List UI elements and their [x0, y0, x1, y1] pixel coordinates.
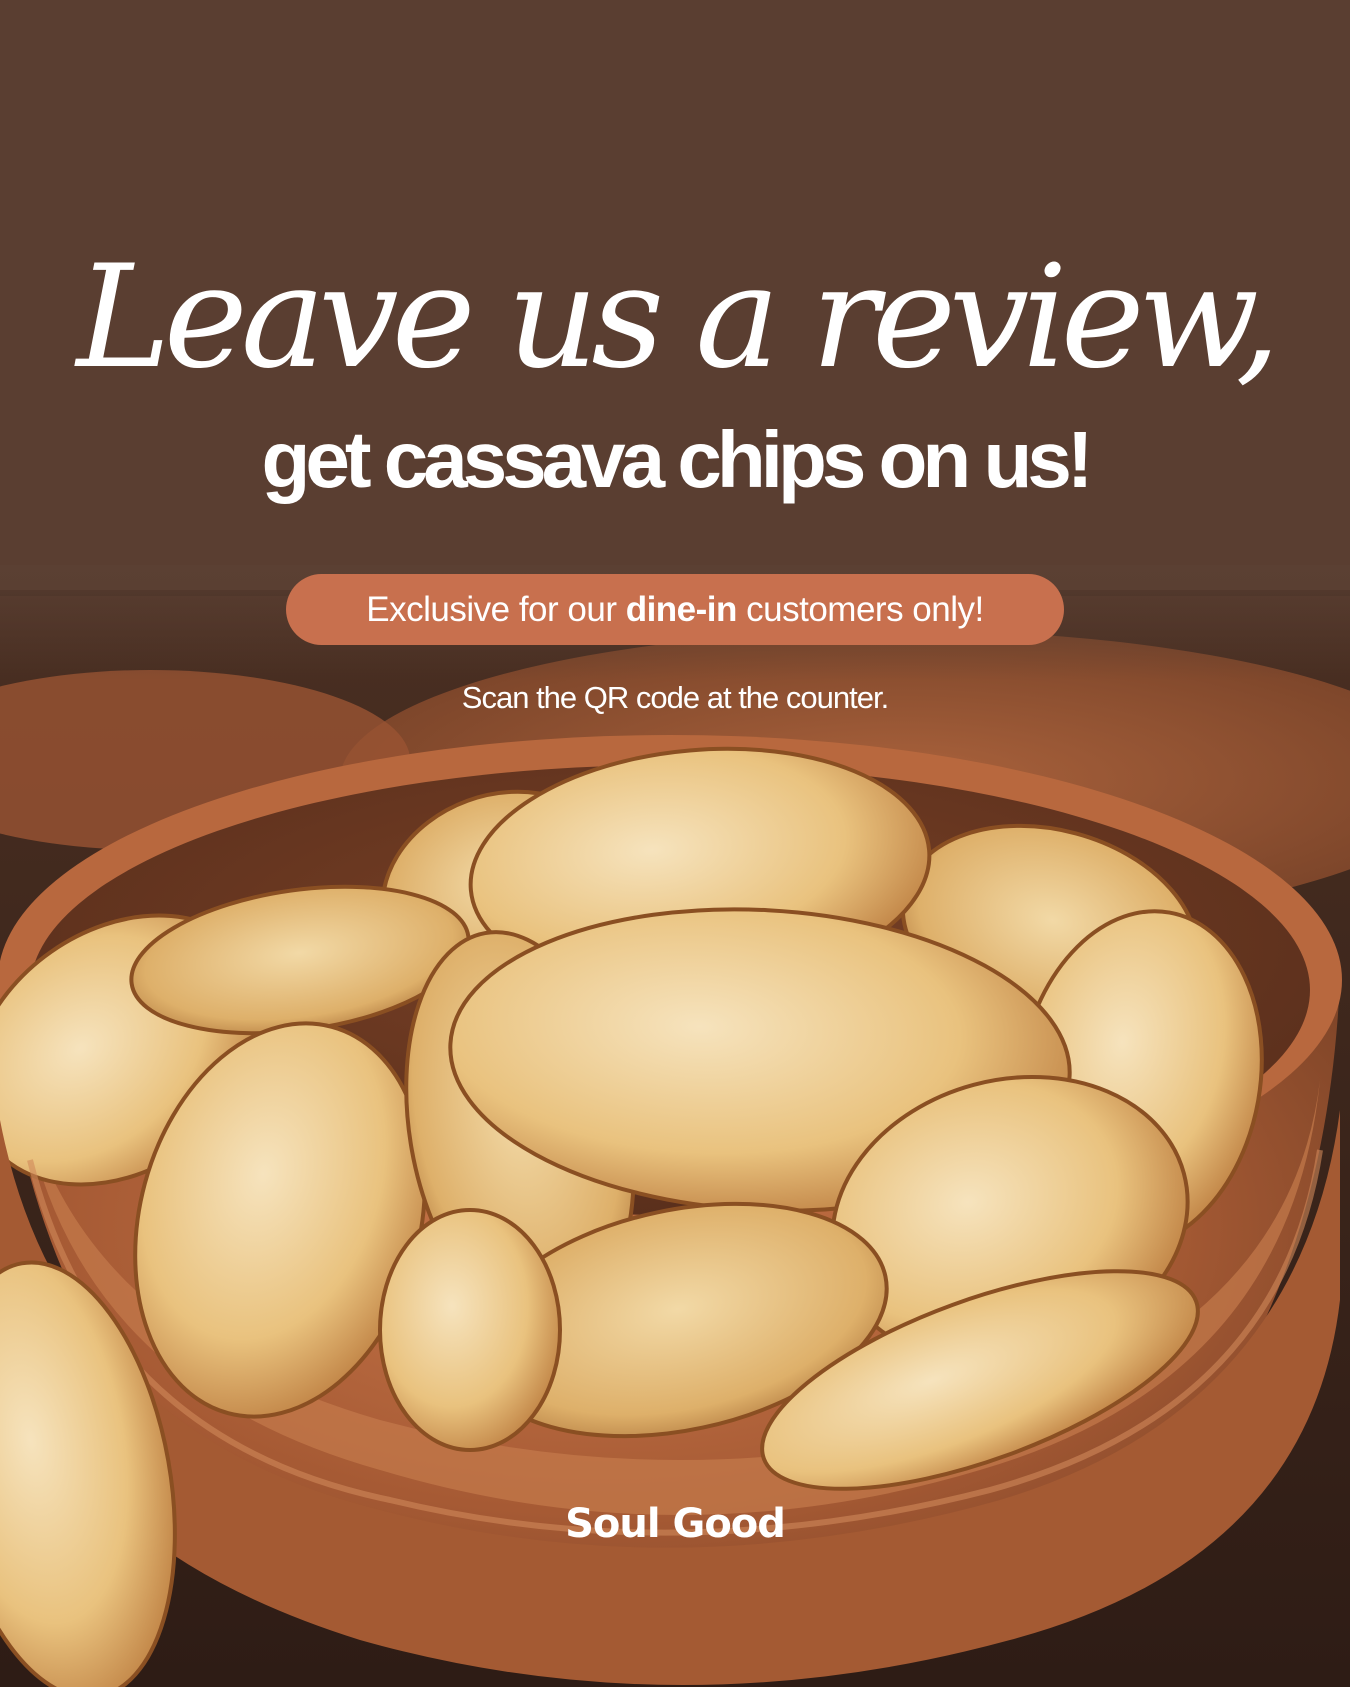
headline-script: Leave us a review, [76, 235, 1280, 400]
badge-text-before: Exclusive for our [366, 590, 626, 629]
dine-in-badge: Exclusive for our dine-in customers only… [286, 574, 1064, 645]
headline-bold: get cassava chips on us! [261, 415, 1093, 504]
badge-text-after: customers only! [736, 590, 984, 629]
badge-text-emphasis: dine-in [625, 590, 738, 629]
promo-poster: Leave us a review, get cassava chips on … [0, 0, 1350, 1687]
scan-instruction: Scan the QR code at the counter. [461, 680, 889, 715]
soul-good-logo: Soul Good [565, 1501, 786, 1547]
